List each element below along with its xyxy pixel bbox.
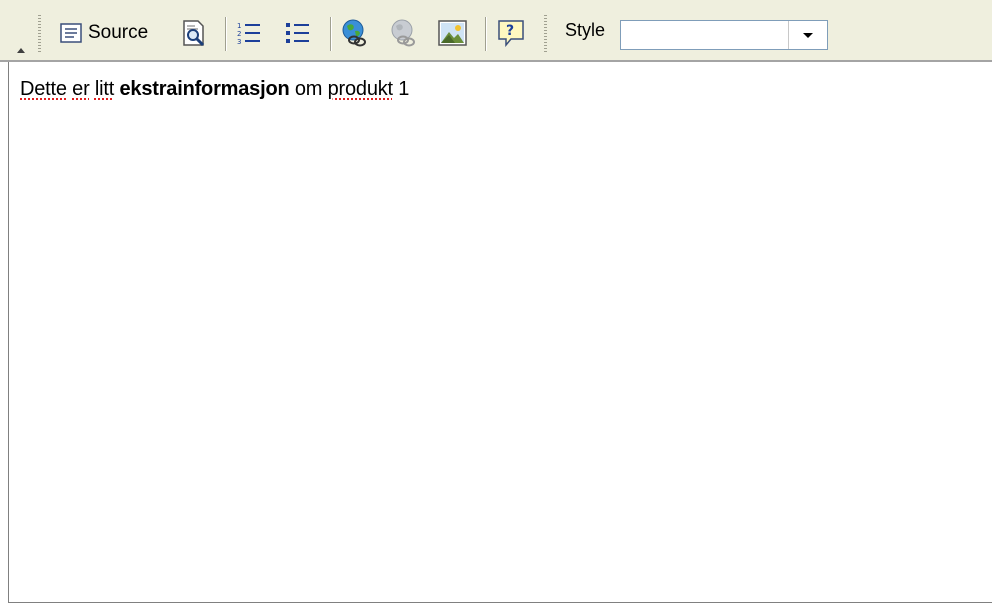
svg-text:3: 3 xyxy=(237,38,241,46)
bulleted-list-button[interactable] xyxy=(285,18,311,48)
source-icon xyxy=(60,23,82,43)
help-button[interactable]: ? xyxy=(497,18,525,48)
svg-text:?: ? xyxy=(506,23,514,39)
rich-text-editor: Source 1 2 3 ? Style Dette er litt ekstr… xyxy=(0,0,992,605)
dropdown-arrow-icon xyxy=(803,32,813,38)
bulleted-list-icon xyxy=(286,23,309,43)
content-word: Dette xyxy=(20,78,67,100)
insert-link-button[interactable] xyxy=(340,18,370,48)
preview-button[interactable] xyxy=(180,18,208,48)
insert-image-button[interactable] xyxy=(438,18,468,48)
style-select[interactable] xyxy=(620,20,828,50)
content-word: 1 xyxy=(398,78,410,100)
editor-toolbar: Source 1 2 3 ? Style xyxy=(0,0,992,62)
source-button[interactable]: Source xyxy=(60,18,148,48)
source-label: Source xyxy=(88,22,149,43)
help-icon: ? xyxy=(498,20,524,47)
numbered-list-icon: 1 2 3 xyxy=(237,22,260,46)
style-label: Style xyxy=(565,20,606,40)
toolbar-separator xyxy=(485,17,486,51)
content-word: er xyxy=(72,78,90,100)
toolbar-grip[interactable] xyxy=(544,15,547,53)
content-word: om xyxy=(294,78,323,100)
svg-text:1: 1 xyxy=(237,22,241,30)
editor-content-area[interactable]: Dette er litt ekstrainformasjon om produ… xyxy=(8,62,992,603)
remove-link-button[interactable] xyxy=(389,18,419,48)
content-bold-word: ekstrainformasjon xyxy=(119,78,290,100)
preview-icon xyxy=(183,20,205,47)
svg-text:2: 2 xyxy=(237,30,241,38)
remove-link-icon xyxy=(391,19,415,47)
toolbar-separator xyxy=(330,17,331,51)
toolbar-grip[interactable] xyxy=(38,15,41,53)
style-dropdown-button[interactable] xyxy=(788,21,827,49)
toolbar-separator xyxy=(225,17,226,51)
insert-link-icon xyxy=(342,19,366,47)
insert-image-icon xyxy=(438,20,467,46)
collapse-arrow-icon[interactable] xyxy=(17,48,25,53)
numbered-list-button[interactable]: 1 2 3 xyxy=(236,18,262,48)
content-paragraph: Dette er litt ekstrainformasjon om produ… xyxy=(20,78,409,101)
content-word: produkt xyxy=(327,78,394,100)
content-word: litt xyxy=(94,78,115,100)
